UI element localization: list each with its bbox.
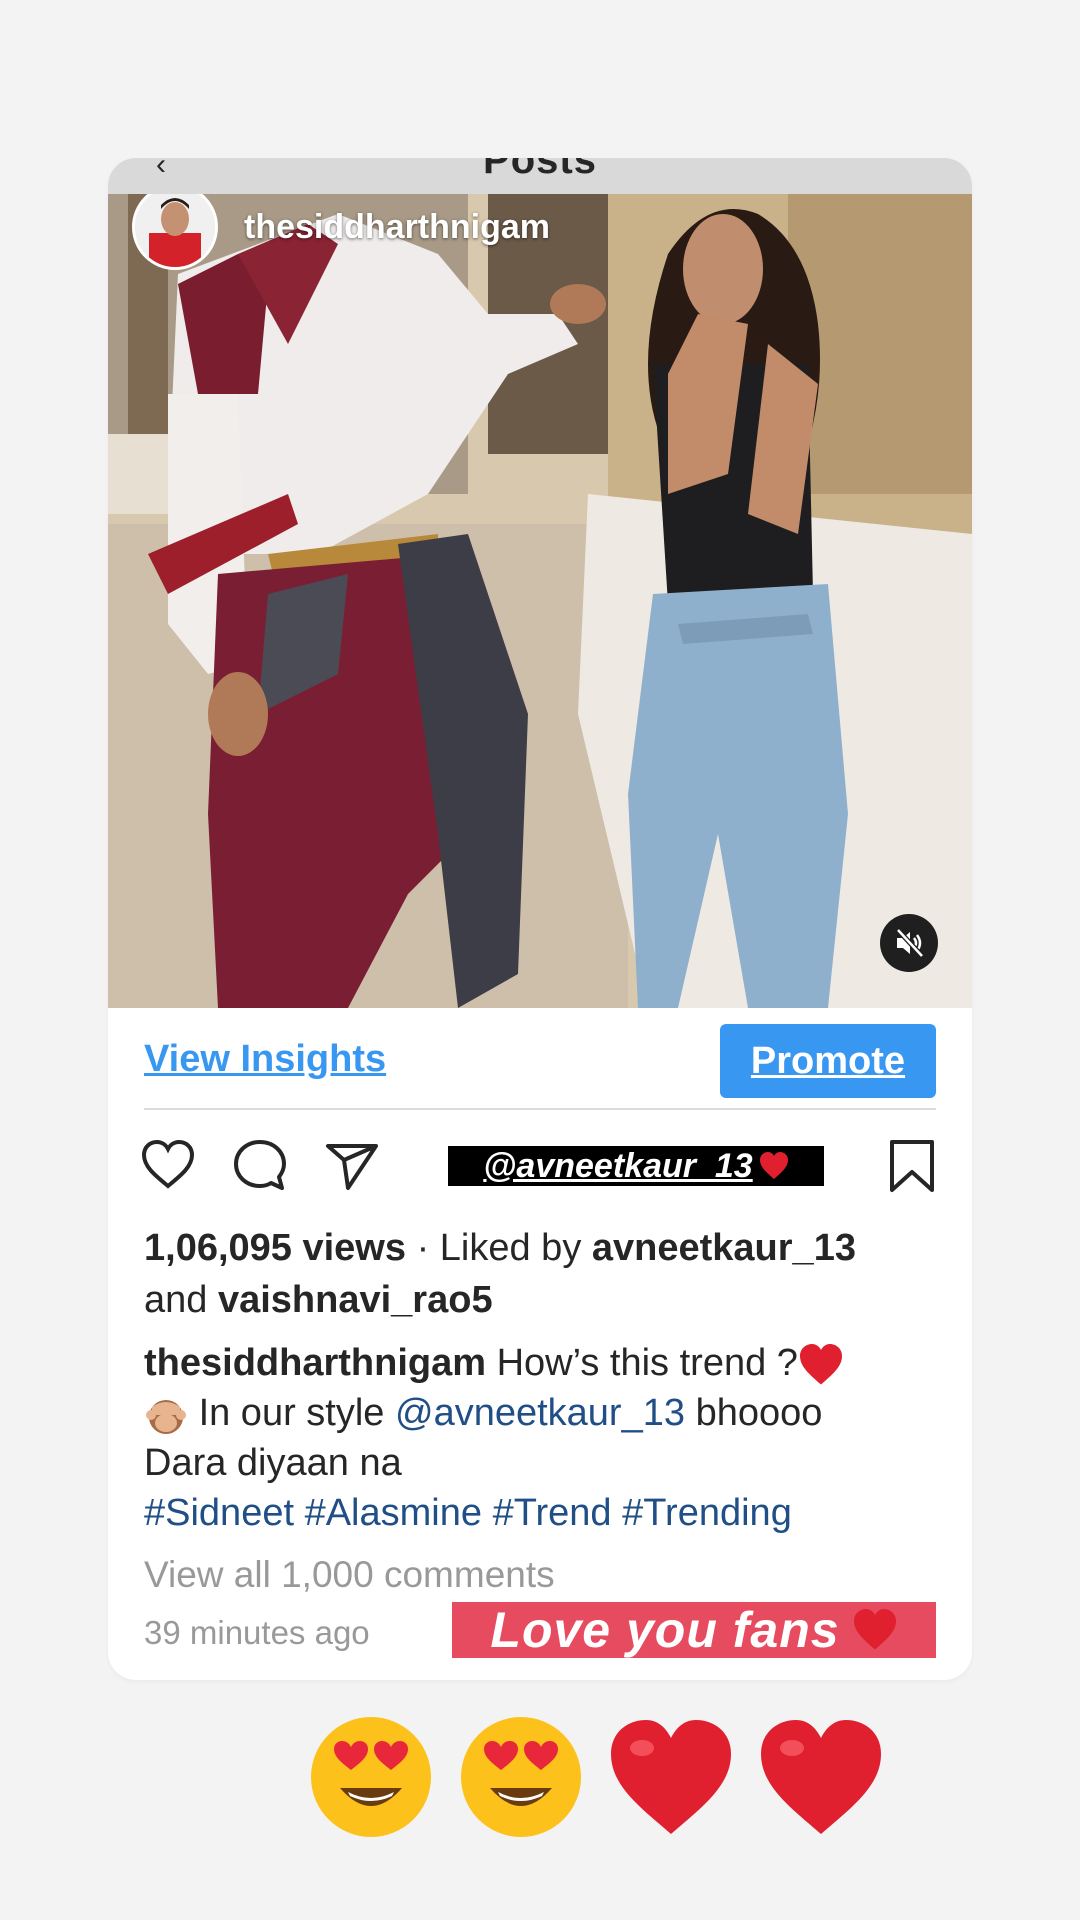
red-heart-icon — [759, 1152, 788, 1179]
hashtag[interactable]: #Trend — [493, 1492, 612, 1534]
action-bar: @avneetkaur_13 — [138, 1136, 942, 1200]
mention-sticker[interactable]: @avneetkaur_13 — [448, 1146, 824, 1186]
mention-sticker-text: @avneetkaur_13 — [483, 1146, 753, 1185]
post-timestamp: 39 minutes ago — [144, 1614, 370, 1651]
post-video[interactable]: thesiddharthnigam — [108, 194, 972, 1008]
caption-mention[interactable]: @avneetkaur_13 — [395, 1392, 685, 1434]
caption-text-4: Dara diyaan na — [144, 1442, 402, 1484]
post-caption: thesiddharthnigam How’s this trend ? In … — [144, 1338, 944, 1538]
bookmark-icon[interactable] — [882, 1136, 942, 1196]
liker-2[interactable]: vaishnavi_rao5 — [218, 1279, 493, 1321]
hashtag[interactable]: #Sidneet — [144, 1492, 294, 1534]
view-count[interactable]: 1,06,095 views — [144, 1227, 406, 1269]
separator-dot: · — [416, 1227, 430, 1269]
story-screen: { "screen": { "title": "Posts" }, "post"… — [0, 0, 1080, 1920]
promote-button[interactable]: Promote — [720, 1024, 936, 1098]
posts-header: ‹ Posts — [108, 158, 972, 194]
love-you-fans-sticker: Love you fans — [452, 1602, 936, 1658]
mute-button[interactable] — [880, 914, 938, 972]
liker-1[interactable]: avneetkaur_13 — [592, 1227, 856, 1269]
love-sticker-text: Love you fans — [490, 1602, 840, 1658]
avatar-image — [135, 194, 215, 267]
post-username[interactable]: thesiddharthnigam — [244, 208, 550, 247]
heart-eyes-emoji — [456, 1712, 586, 1842]
hashtag[interactable]: #Trending — [622, 1492, 792, 1534]
insights-bar: View Insights Promote — [144, 1024, 936, 1098]
caption-text-2: In our style — [198, 1392, 385, 1434]
caption-text-1: How’s this trend ? — [496, 1342, 798, 1384]
post-screenshot-card: ‹ Posts thesiddharthnigam View Insights … — [108, 158, 972, 1680]
likes-summary: 1,06,095 views · Liked by avneetkaur_13 … — [144, 1222, 944, 1326]
view-all-comments-link[interactable]: View all 1,000 comments — [144, 1554, 555, 1596]
hashtag[interactable]: #Alasmine — [305, 1492, 482, 1534]
and-label: and — [144, 1279, 208, 1321]
divider — [144, 1108, 936, 1110]
view-insights-link[interactable]: View Insights — [144, 1038, 386, 1081]
heart-outline-icon[interactable] — [138, 1136, 198, 1196]
see-no-evil-monkey-icon — [146, 1399, 186, 1434]
video-frame-illustration — [108, 194, 972, 1008]
caption-text-3: bhoooo — [695, 1392, 823, 1434]
page-title: Posts — [483, 158, 597, 182]
red-heart-emoji — [756, 1712, 886, 1842]
emoji-sticker-row — [306, 1712, 886, 1842]
comment-icon[interactable] — [230, 1136, 290, 1196]
red-heart-icon — [853, 1609, 896, 1650]
red-heart-emoji — [606, 1712, 736, 1842]
heart-eyes-emoji — [306, 1712, 436, 1842]
paper-plane-icon[interactable] — [322, 1136, 382, 1196]
liked-by-label: Liked by — [439, 1227, 582, 1269]
caption-username[interactable]: thesiddharthnigam — [144, 1342, 486, 1384]
volume-mute-icon — [896, 928, 924, 958]
red-heart-icon — [799, 1343, 842, 1385]
